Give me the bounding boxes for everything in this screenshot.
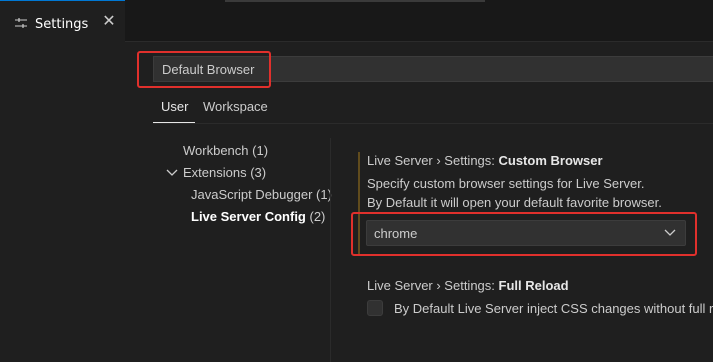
setting-category: Live Server › Settings: [367, 153, 499, 168]
setting-name: Custom Browser [498, 153, 603, 168]
tab-bar-line [225, 0, 485, 2]
tab-label: Settings [35, 17, 89, 32]
setting-description: By Default it will open your default fav… [367, 195, 662, 210]
tab-user[interactable]: User [161, 99, 188, 114]
setting-title-custom-browser: Live Server › Settings: Custom Browser [367, 153, 603, 168]
toc-label: Workbench [183, 143, 249, 158]
active-tab-underline [153, 122, 195, 123]
select-highlight-box [351, 212, 697, 256]
tab-settings[interactable]: Settings ✕ [0, 0, 125, 42]
setting-name: Full Reload [498, 278, 569, 293]
toc-count: (2) [309, 209, 326, 224]
close-icon[interactable]: ✕ [101, 13, 117, 29]
setting-title-full-reload: Live Server › Settings: Full Reload [367, 278, 569, 293]
toc-label: JavaScript Debugger [191, 187, 313, 202]
toc-count: (3) [250, 165, 267, 180]
tab-workspace[interactable]: Workspace [203, 99, 268, 114]
search-highlight-box [137, 51, 271, 88]
setting-description: By Default Live Server inject CSS change… [394, 301, 713, 316]
setting-category: Live Server › Settings: [367, 278, 499, 293]
toc-label: Live Server Config [191, 209, 306, 224]
editor-tab-bar: Settings ✕ [0, 0, 713, 42]
toc-item-live-server-config[interactable]: Live Server Config (2) [191, 209, 325, 224]
toc-divider [330, 138, 331, 362]
toc-item-javascript-debugger[interactable]: JavaScript Debugger (1) [191, 187, 332, 202]
full-reload-checkbox[interactable] [367, 300, 383, 316]
toc-label: Extensions [183, 165, 247, 180]
setting-description: Specify custom browser settings for Live… [367, 176, 645, 191]
scope-divider [153, 123, 713, 124]
toc-count: (1) [252, 143, 269, 158]
chevron-down-icon[interactable] [166, 167, 178, 177]
toc-item-workbench[interactable]: Workbench (1) [183, 143, 268, 158]
toc-item-extensions[interactable]: Extensions (3) [183, 165, 266, 180]
settings-sliders-icon [15, 18, 27, 28]
